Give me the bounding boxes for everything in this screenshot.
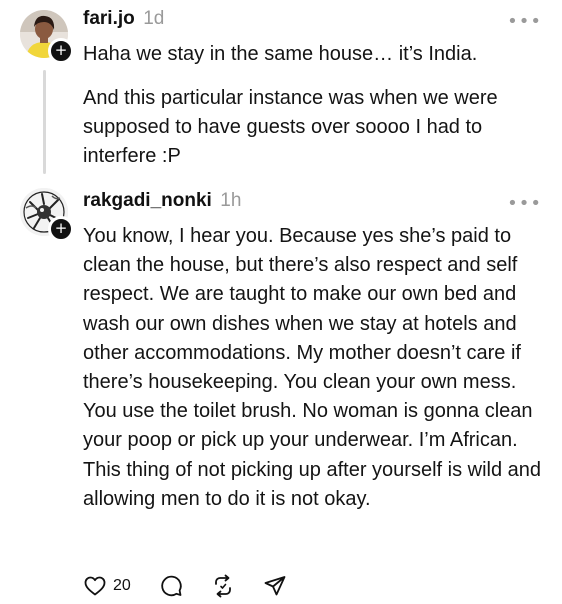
like-count: 20 <box>113 577 131 594</box>
comment-button[interactable] <box>159 574 183 598</box>
action-bar: 20 <box>83 572 315 600</box>
share-button[interactable] <box>263 574 287 598</box>
follow-plus-icon[interactable]: + <box>48 38 74 64</box>
repost-button[interactable] <box>211 574 235 598</box>
post-rakgadi-nonki: + rakgadi_nonki 1h ••• You know, I hear … <box>0 180 562 604</box>
post-fari-jo: + fari.jo 1d ••• Haha we stay in the sam… <box>0 0 562 180</box>
post-time: 1h <box>220 190 242 211</box>
post-time: 1d <box>143 8 165 29</box>
username[interactable]: rakgadi_nonki <box>83 190 212 211</box>
post-header: fari.jo 1d ••• <box>83 8 542 34</box>
comment-icon <box>161 575 182 597</box>
more-options-icon[interactable]: ••• <box>507 193 542 214</box>
follow-plus-icon[interactable]: + <box>48 216 74 242</box>
post-text: And this particular instance was when we… <box>83 87 498 167</box>
post-text: You know, I hear you. Because yes she’s … <box>83 225 542 510</box>
avatar-rakgadi-nonki[interactable]: + <box>20 188 74 242</box>
thread-line <box>43 70 46 174</box>
avatar-fari-jo[interactable]: + <box>20 10 74 64</box>
heart-icon <box>84 576 106 596</box>
share-icon <box>264 576 286 596</box>
post-header: rakgadi_nonki 1h ••• <box>83 190 542 216</box>
username[interactable]: fari.jo <box>83 8 135 29</box>
post-text: Haha we stay in the same house… it’s Ind… <box>83 43 478 65</box>
repost-icon <box>214 574 231 598</box>
more-options-icon[interactable]: ••• <box>507 11 542 32</box>
like-button[interactable]: 20 <box>83 574 131 598</box>
